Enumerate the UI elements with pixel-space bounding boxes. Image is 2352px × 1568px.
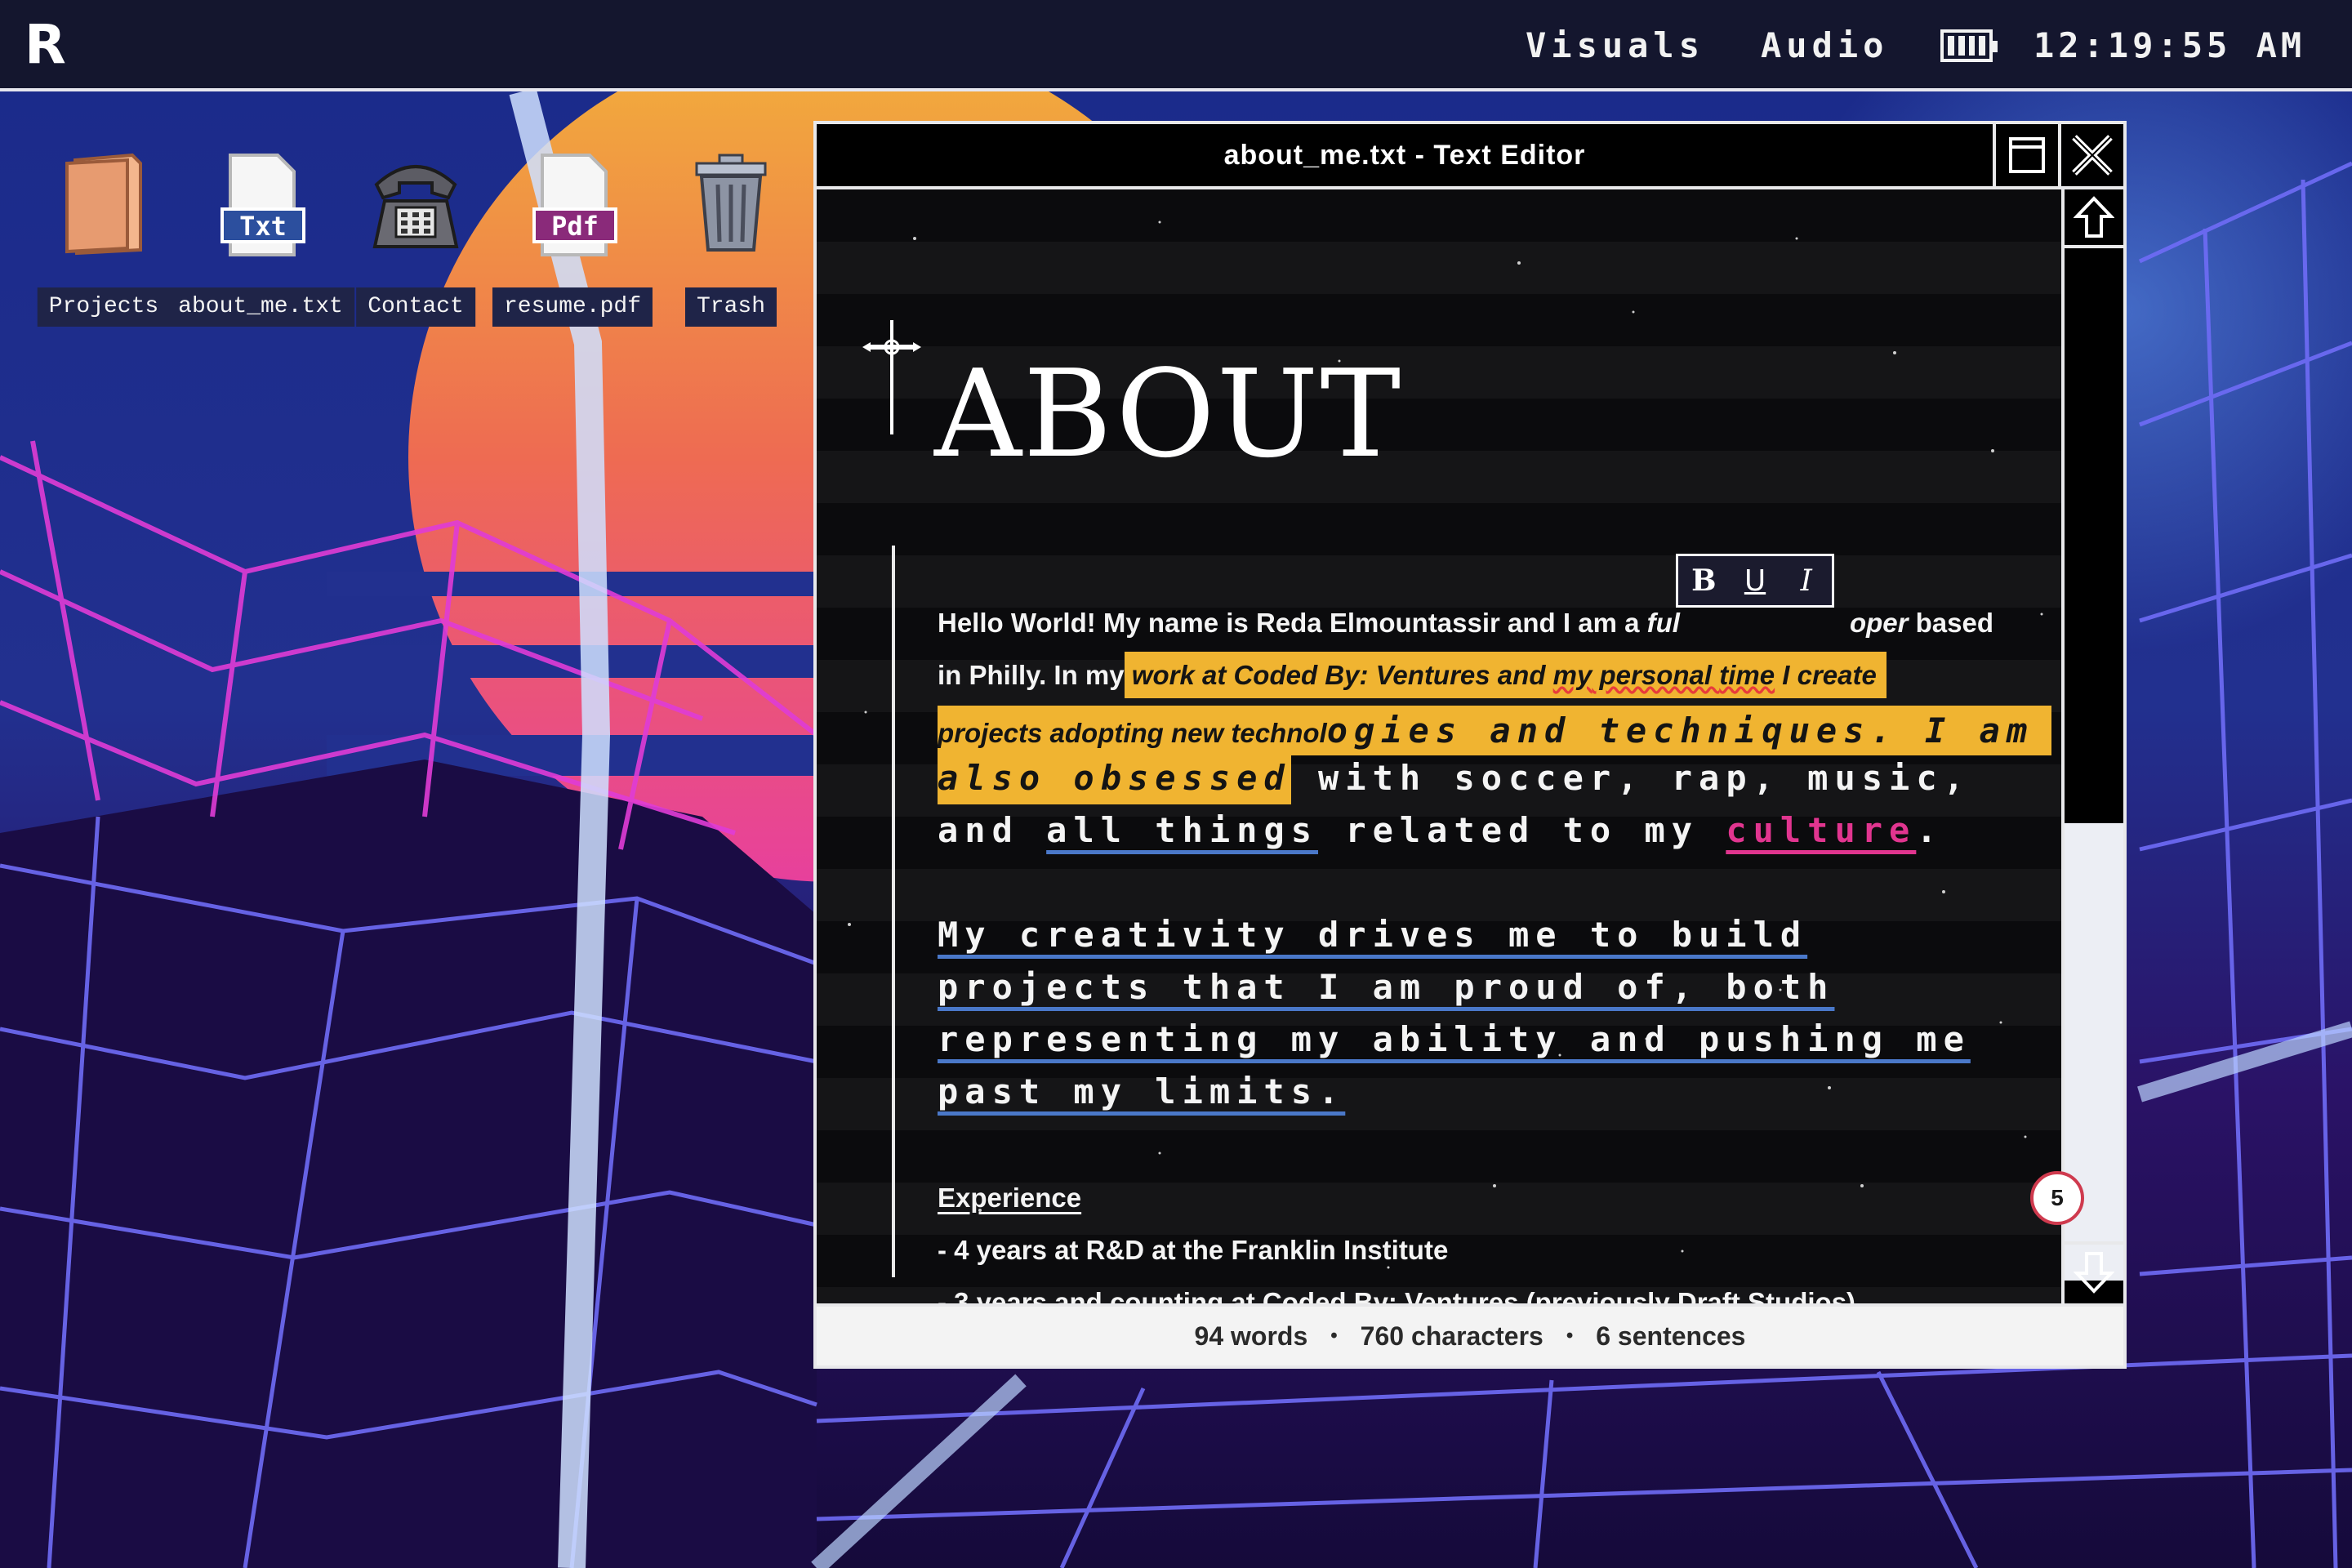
editor-content[interactable]: ABOUT Hello World! My name is Reda Elmou… bbox=[817, 189, 2061, 1303]
quote-line bbox=[892, 546, 895, 1277]
pdf-badge: Pdf bbox=[551, 211, 599, 242]
telephone-icon bbox=[367, 152, 465, 261]
paragraph-2-line-1[interactable]: My creativity drives me to build bbox=[938, 915, 1807, 955]
arrow-up-icon bbox=[2074, 196, 2114, 238]
desktop-icon-contact[interactable]: Contact bbox=[354, 152, 477, 348]
culture-link[interactable]: culture bbox=[1726, 810, 1916, 850]
desktop-icon-about-me[interactable]: Txt about_me.txt bbox=[167, 152, 354, 348]
separator: • bbox=[1566, 1325, 1574, 1347]
experience-item: - 3 years and counting at Coded By: Vent… bbox=[938, 1287, 1856, 1303]
folder-icon bbox=[59, 152, 149, 261]
cross-ornament-icon bbox=[862, 320, 921, 434]
visuals-menu[interactable]: Visuals bbox=[1526, 23, 1704, 69]
desktop-icon-trash[interactable]: Trash bbox=[670, 152, 792, 348]
close-icon bbox=[2072, 135, 2113, 176]
clock: 12:19:55 AM bbox=[2034, 25, 2306, 65]
close-button[interactable] bbox=[2058, 124, 2123, 186]
experience-heading: Experience bbox=[938, 1183, 1082, 1213]
bold-button[interactable]: B bbox=[1678, 556, 1730, 605]
desktop-icon-label: Projects bbox=[37, 287, 171, 327]
sentence-count: 6 sentences bbox=[1596, 1321, 1746, 1351]
notification-badge[interactable]: 5 bbox=[2030, 1171, 2084, 1225]
paragraph-1-line-4[interactable]: also obsessed with soccer, rap, music, bbox=[938, 751, 1971, 804]
separator: • bbox=[1330, 1325, 1338, 1347]
top-menu-bar: R Visuals Audio 12:19:55 AM bbox=[0, 0, 2352, 91]
desktop-icon-label: about_me.txt bbox=[167, 287, 354, 327]
experience-item: - 4 years at R&D at the Franklin Institu… bbox=[938, 1235, 1449, 1265]
word-count: 94 words bbox=[1194, 1321, 1308, 1351]
paragraph-2-line-2[interactable]: projects that I am proud of, both bbox=[938, 967, 1834, 1007]
desktop-icon-label: Trash bbox=[684, 287, 777, 327]
format-toolbar[interactable]: B U I bbox=[1676, 554, 1834, 608]
paragraph-1-line-3[interactable]: projects adopting new technologies and t… bbox=[938, 706, 2052, 755]
paragraph-2-line-4[interactable]: past my limits. bbox=[938, 1071, 1345, 1111]
window-icon bbox=[2009, 137, 2045, 173]
paragraph-1-line-2[interactable]: in Philly. In my work at Coded By: Ventu… bbox=[938, 652, 1886, 698]
scroll-up-button[interactable] bbox=[2065, 189, 2123, 248]
paragraph-1-line-1[interactable]: Hello World! My name is Reda Elmountassi… bbox=[938, 608, 1993, 639]
character-count: 760 characters bbox=[1360, 1321, 1544, 1351]
maximize-button[interactable] bbox=[1993, 124, 2058, 186]
scroll-down-button[interactable] bbox=[2065, 1241, 2123, 1300]
trash-icon bbox=[690, 152, 772, 261]
arrow-down-icon bbox=[2074, 1252, 2114, 1294]
desktop-icon-label: resume.pdf bbox=[492, 287, 653, 327]
audio-menu[interactable]: Audio bbox=[1761, 23, 1888, 69]
battery-icon bbox=[1940, 29, 1998, 62]
paragraph-2-line-3[interactable]: representing my ability and pushing me bbox=[938, 1019, 1971, 1059]
text-editor-window[interactable]: about_me.txt - Text Editor ABOUT Hello W… bbox=[813, 121, 2127, 1369]
desktop-icon-label: Contact bbox=[356, 287, 475, 327]
about-heading: ABOUT bbox=[934, 344, 1403, 484]
window-titlebar[interactable]: about_me.txt - Text Editor bbox=[817, 124, 2123, 189]
scrollbar[interactable] bbox=[2061, 189, 2123, 1303]
txt-badge: Txt bbox=[239, 211, 287, 242]
desktop-icon-projects[interactable]: Projects bbox=[37, 152, 171, 348]
status-bar: 94 words • 760 characters • 6 sentences bbox=[817, 1303, 2123, 1365]
txt-file-icon: Txt bbox=[207, 152, 314, 261]
desktop-icon-resume[interactable]: Pdf resume.pdf bbox=[492, 152, 653, 348]
underline-button[interactable]: U bbox=[1730, 556, 1781, 605]
logo[interactable]: R bbox=[24, 16, 74, 74]
pdf-file-icon: Pdf bbox=[519, 152, 626, 261]
paragraph-1-line-5[interactable]: and all things related to my culture. bbox=[938, 810, 1944, 850]
italic-button[interactable]: I bbox=[1780, 556, 1832, 605]
window-title: about_me.txt - Text Editor bbox=[1223, 140, 1586, 171]
